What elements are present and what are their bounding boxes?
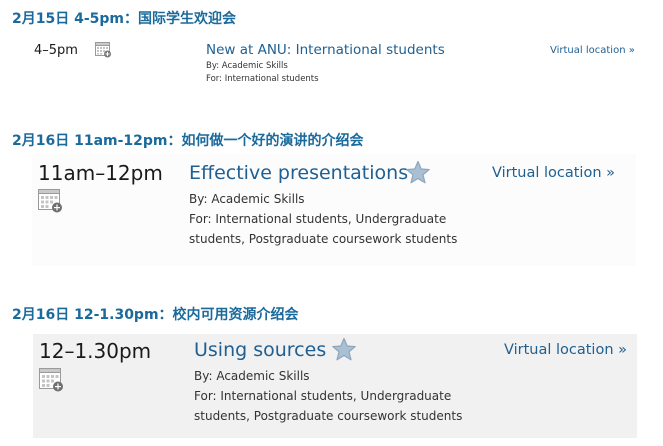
section-heading-1: 2月15日 4-5pm：国际学生欢迎会 (12, 11, 236, 27)
event-for: For: International students (206, 74, 319, 84)
event-time: 12–1.30pm (39, 339, 152, 363)
event-for-line-1: For: International students, Undergradua… (194, 389, 452, 403)
event-title-link[interactable]: Using sources (194, 339, 326, 361)
event-for-line-2: students, Postgraduate coursework studen… (189, 232, 458, 246)
event-card-effective-presentations: 11am–12pm Effective presentations Virtua… (32, 154, 636, 266)
section-heading-3: 2月16日 12-1.30pm：校内可用资源介绍会 (12, 307, 299, 323)
virtual-location-link[interactable]: Virtual location » (550, 45, 635, 56)
event-time: 11am–12pm (38, 161, 163, 185)
calendar-add-icon[interactable] (38, 188, 63, 213)
event-title-link[interactable]: New at ANU: International students (206, 42, 445, 58)
event-for-line-2: students, Postgraduate coursework studen… (194, 409, 463, 423)
event-by: By: Academic Skills (189, 192, 305, 206)
event-for-line-1: For: International students, Undergradua… (189, 212, 447, 226)
event-by: By: Academic Skills (194, 369, 310, 383)
calendar-add-icon[interactable] (95, 41, 112, 58)
virtual-location-link[interactable]: Virtual location » (504, 342, 627, 358)
section-heading-2: 2月16日 11am-12pm：如何做一个好的演讲的介绍会 (12, 133, 364, 149)
event-title-link[interactable]: Effective presentations (189, 162, 408, 184)
event-card-using-sources: 12–1.30pm Using sources Virtual location… (33, 334, 637, 438)
event-time: 4–5pm (34, 43, 78, 58)
star-icon[interactable] (405, 160, 431, 185)
virtual-location-link[interactable]: Virtual location » (492, 165, 615, 181)
event-by: By: Academic Skills (206, 61, 288, 71)
star-icon[interactable] (331, 337, 357, 362)
calendar-add-icon[interactable] (39, 367, 64, 392)
event-card-new-at-anu: 4–5pm New at ANU: International students… (22, 36, 638, 90)
